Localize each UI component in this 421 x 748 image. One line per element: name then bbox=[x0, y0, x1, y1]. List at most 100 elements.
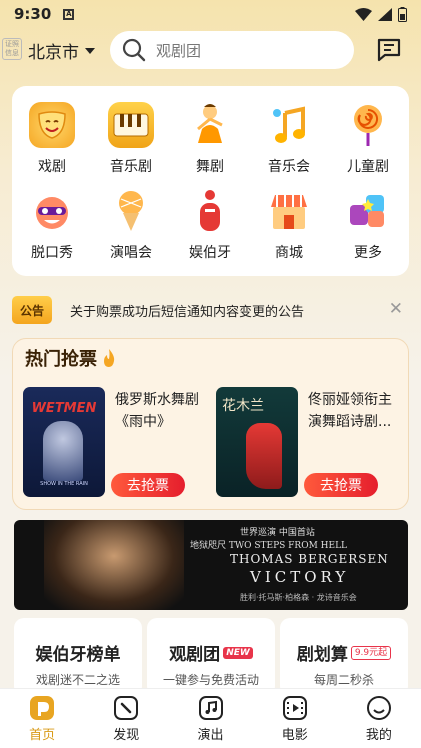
tab-label: 电影 bbox=[281, 728, 308, 743]
tab-shows[interactable]: 演出 bbox=[168, 689, 252, 748]
category-concert[interactable]: 音乐会 bbox=[249, 102, 329, 176]
hot-title: 热门抢票 bbox=[25, 345, 117, 371]
feature-title: 观剧团 NEW bbox=[147, 640, 275, 665]
message-icon bbox=[377, 38, 401, 62]
poster-subtitle: SHOW IN THE RAIN bbox=[40, 481, 88, 487]
search-bar[interactable]: 观剧团 bbox=[110, 31, 354, 69]
film-icon bbox=[282, 695, 308, 721]
status-icons bbox=[355, 6, 407, 22]
drama-mask-icon bbox=[29, 102, 75, 148]
new-badge: NEW bbox=[223, 646, 253, 659]
hot-item[interactable]: WETMEN SHOW IN THE RAIN 俄罗斯水舞剧《雨中》 去抢票 bbox=[23, 387, 207, 497]
banner-violinist-image bbox=[44, 520, 184, 610]
category-shop[interactable]: 商城 bbox=[249, 188, 329, 262]
feature-title: 娱伯牙榜单 bbox=[35, 645, 121, 665]
message-button[interactable] bbox=[374, 34, 404, 68]
flame-icon bbox=[104, 349, 115, 367]
hot-item[interactable]: 花木兰 佟丽娅领衔主演舞蹈诗剧... 去抢票 bbox=[216, 387, 400, 497]
signal-icon bbox=[378, 7, 392, 21]
license-badge[interactable]: 证照信息 bbox=[2, 38, 22, 60]
feature-card-rankings[interactable]: 娱伯牙榜单 戏剧迷不二之选 bbox=[14, 618, 142, 696]
music-note-icon bbox=[266, 102, 312, 148]
close-icon[interactable]: ✕ bbox=[389, 299, 403, 319]
hot-item-name: 俄罗斯水舞剧《雨中》 bbox=[115, 392, 199, 430]
category-yuboya[interactable]: 娱伯牙 bbox=[170, 188, 250, 262]
dancer-icon bbox=[187, 102, 233, 148]
status-time: 9:30 bbox=[14, 5, 52, 23]
category-label: 演唱会 bbox=[110, 245, 152, 261]
category-musical[interactable]: 音乐剧 bbox=[91, 102, 171, 176]
category-label: 商城 bbox=[275, 245, 303, 261]
feature-title: 剧划算 9.9元起 bbox=[280, 640, 408, 665]
shop-icon bbox=[266, 188, 312, 234]
category-more[interactable]: 更多 bbox=[328, 188, 408, 262]
music-icon bbox=[198, 695, 224, 721]
banner-line-3: THOMAS BERGERSEN bbox=[230, 552, 389, 566]
piano-keys-icon bbox=[108, 102, 154, 148]
tab-label: 首页 bbox=[29, 728, 56, 743]
banner-line-4: VICTORY bbox=[250, 568, 350, 586]
battery-icon bbox=[398, 6, 407, 22]
top-bar: 证照信息 北京市 观剧团 bbox=[0, 28, 421, 72]
poster-image: WETMEN SHOW IN THE RAIN bbox=[23, 387, 105, 497]
buy-ticket-button[interactable]: 去抢票 bbox=[111, 473, 185, 497]
feature-card-deals[interactable]: 剧划算 9.9元起 每周二秒杀 bbox=[280, 618, 408, 696]
promo-banner[interactable]: 世界巡演 中国首站 地狱咫尺 TWO STEPS FROM HELL THOMA… bbox=[14, 520, 408, 610]
banner-line-5: 胜利·托马斯·柏格森 · 龙诗音乐会 bbox=[240, 593, 357, 602]
category-label: 娱伯牙 bbox=[189, 245, 231, 261]
feature-subtitle: 每周二秒杀 bbox=[313, 673, 374, 687]
hot-title-text: 热门抢票 bbox=[25, 349, 97, 370]
tab-label: 我的 bbox=[365, 728, 392, 743]
poster-image: 花木兰 bbox=[216, 387, 298, 497]
status-bar: 9:30 A bbox=[0, 0, 421, 28]
banner-line-1: 世界巡演 中国首站 bbox=[240, 528, 315, 538]
bottom-tab-bar: 首页 发现 演出 电影 我的 bbox=[0, 688, 421, 748]
category-vocal-concert[interactable]: 演唱会 bbox=[91, 188, 171, 262]
tab-discover[interactable]: 发现 bbox=[84, 689, 168, 748]
poster-title: WETMEN bbox=[31, 401, 97, 416]
hot-tickets-section: 热门抢票 WETMEN SHOW IN THE RAIN 俄罗斯水舞剧《雨中》 … bbox=[12, 338, 409, 510]
more-grid-icon bbox=[345, 188, 391, 234]
category-label: 脱口秀 bbox=[31, 245, 73, 261]
caret-down-icon bbox=[85, 47, 95, 54]
category-grid: 戏剧 音乐剧 舞剧 音乐会 儿童剧 脱口秀 演唱会 娱伯牙 商城 更多 bbox=[12, 86, 409, 276]
notification-icon: A bbox=[63, 8, 75, 20]
search-placeholder: 观剧团 bbox=[156, 41, 202, 60]
announcement-bar[interactable]: 公告 关于购票成功后短信通知内容变更的公告 ✕ bbox=[12, 292, 409, 328]
category-dance[interactable]: 舞剧 bbox=[170, 102, 250, 176]
category-label: 音乐剧 bbox=[110, 159, 152, 175]
feature-subtitle: 戏剧迷不二之选 bbox=[35, 673, 120, 687]
tab-label: 发现 bbox=[113, 728, 140, 743]
city-selector[interactable]: 北京市 bbox=[28, 38, 95, 63]
compass-icon bbox=[113, 695, 139, 721]
category-drama[interactable]: 戏剧 bbox=[12, 102, 92, 176]
tab-label: 演出 bbox=[197, 728, 224, 743]
microphone-icon bbox=[108, 188, 154, 234]
yuboya-logo-icon bbox=[187, 188, 233, 234]
banner-line-2: 地狱咫尺 TWO STEPS FROM HELL bbox=[190, 541, 348, 551]
lollipop-icon bbox=[345, 102, 391, 148]
feature-card-group[interactable]: 观剧团 NEW 一键参与免费活动 bbox=[147, 618, 275, 696]
tab-home[interactable]: 首页 bbox=[0, 689, 84, 748]
city-label: 北京市 bbox=[28, 43, 79, 63]
category-label: 戏剧 bbox=[38, 159, 66, 175]
category-label: 舞剧 bbox=[196, 159, 224, 175]
smile-icon bbox=[366, 695, 392, 721]
announcement-tag: 公告 bbox=[12, 296, 52, 324]
category-talkshow[interactable]: 脱口秀 bbox=[12, 188, 92, 262]
tab-movies[interactable]: 电影 bbox=[253, 689, 337, 748]
home-icon bbox=[29, 695, 55, 721]
category-label: 更多 bbox=[354, 245, 382, 261]
category-label: 儿童剧 bbox=[347, 159, 389, 175]
category-kids[interactable]: 儿童剧 bbox=[328, 102, 408, 176]
category-label: 音乐会 bbox=[268, 159, 310, 175]
tab-profile[interactable]: 我的 bbox=[337, 689, 421, 748]
wifi-icon bbox=[355, 7, 372, 21]
feature-subtitle: 一键参与免费活动 bbox=[162, 673, 259, 687]
comedy-face-icon bbox=[29, 188, 75, 234]
search-icon bbox=[122, 38, 146, 62]
buy-ticket-button[interactable]: 去抢票 bbox=[304, 473, 378, 497]
poster-title: 花木兰 bbox=[222, 398, 264, 414]
price-badge: 9.9元起 bbox=[350, 645, 392, 660]
hot-item-name: 佟丽娅领衔主演舞蹈诗剧... bbox=[308, 392, 392, 430]
